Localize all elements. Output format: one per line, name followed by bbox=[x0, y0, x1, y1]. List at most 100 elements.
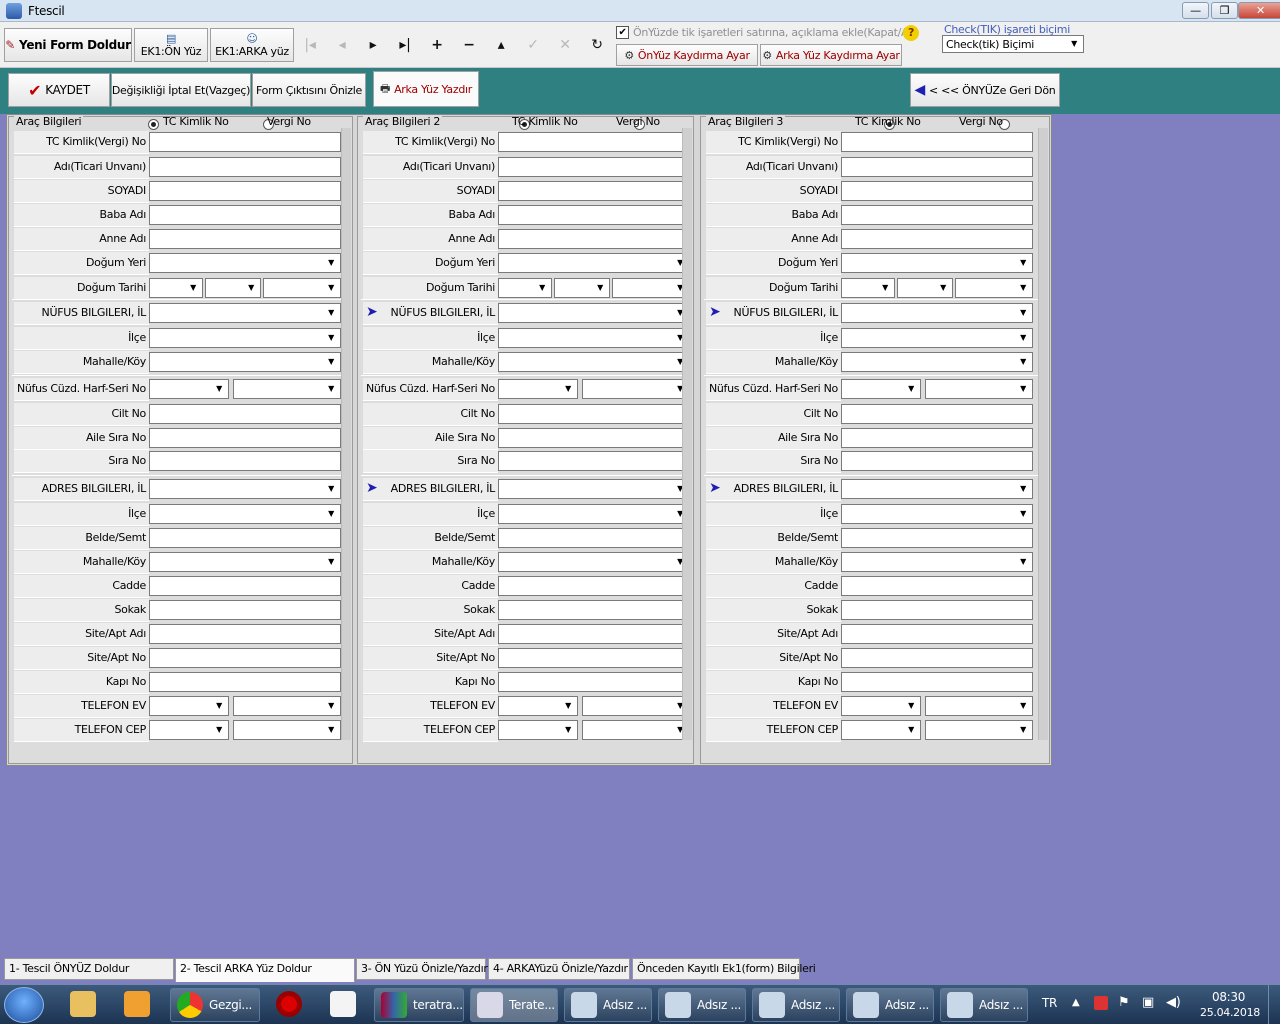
field-input-tc[interactable] bbox=[149, 132, 341, 152]
volume-icon[interactable]: ◀) bbox=[1166, 995, 1181, 1010]
field-select-dogum_tarihi[interactable]: ▼ bbox=[149, 278, 203, 298]
tab-back-preview[interactable]: 4- ARKAYüzü Önizle/Yazdır bbox=[488, 958, 630, 980]
field-select-tel_cep[interactable]: ▼ bbox=[925, 720, 1033, 740]
last-record-icon[interactable]: ▸| bbox=[393, 34, 417, 56]
field-input-cilt[interactable] bbox=[841, 404, 1033, 424]
field-input-kapi[interactable] bbox=[498, 672, 690, 692]
new-form-button[interactable]: ✎ Yeni Form Doldur bbox=[4, 28, 132, 62]
post-record-icon[interactable]: ✓ bbox=[521, 34, 545, 56]
opera-icon[interactable] bbox=[276, 991, 302, 1017]
field-select-dogum_tarihi[interactable]: ▼ bbox=[263, 278, 341, 298]
field-input-site_no[interactable] bbox=[841, 648, 1033, 668]
field-input-cadde[interactable] bbox=[841, 576, 1033, 596]
field-select-ilce[interactable]: ▼ bbox=[149, 328, 341, 348]
close-button[interactable]: ✕ bbox=[1238, 2, 1280, 19]
field-select-cuzdan[interactable]: ▼ bbox=[925, 379, 1033, 399]
tab-front-preview[interactable]: 3- ÖN Yüzü Önizle/Yazdır bbox=[356, 958, 488, 980]
field-input-sira[interactable] bbox=[149, 451, 341, 471]
tab-saved-records[interactable]: Önceden Kayıtlı Ek1(form) Bilgileri bbox=[632, 958, 816, 980]
field-input-kapi[interactable] bbox=[841, 672, 1033, 692]
panel-scrollbar[interactable] bbox=[682, 128, 692, 740]
field-select-tel_cep[interactable]: ▼ bbox=[233, 720, 341, 740]
field-input-sokak[interactable] bbox=[149, 600, 341, 620]
refresh-icon[interactable]: ↻ bbox=[585, 34, 609, 56]
field-input-aile[interactable] bbox=[149, 428, 341, 448]
field-input-aile[interactable] bbox=[841, 428, 1033, 448]
field-input-sokak[interactable] bbox=[841, 600, 1033, 620]
field-input-baba[interactable] bbox=[841, 205, 1033, 225]
field-input-site_adi[interactable] bbox=[149, 624, 341, 644]
field-input-aile[interactable] bbox=[498, 428, 690, 448]
preview-button[interactable]: Form Çıktısını Önizle bbox=[252, 73, 366, 107]
security-icon[interactable] bbox=[1094, 996, 1108, 1010]
check-format-select[interactable]: Check(tik) Biçimi ▼ bbox=[942, 35, 1084, 53]
field-input-belde[interactable] bbox=[149, 528, 341, 548]
front-shift-button[interactable]: ⚙ ÖnYüz Kaydırma Ayar bbox=[616, 44, 758, 66]
field-input-baba[interactable] bbox=[149, 205, 341, 225]
field-select-mahalle[interactable]: ▼ bbox=[149, 552, 341, 572]
field-input-cadde[interactable] bbox=[149, 576, 341, 596]
field-input-ad[interactable] bbox=[498, 157, 690, 177]
field-select-mahalle[interactable]: ▼ bbox=[841, 352, 1033, 372]
field-input-soyadi[interactable] bbox=[498, 181, 690, 201]
field-input-sokak[interactable] bbox=[498, 600, 690, 620]
field-input-anne[interactable] bbox=[498, 229, 690, 249]
field-select-mahalle[interactable]: ▼ bbox=[149, 352, 341, 372]
maximize-button[interactable]: ❐ bbox=[1211, 2, 1238, 19]
media-player-icon[interactable] bbox=[124, 991, 150, 1017]
field-input-anne[interactable] bbox=[841, 229, 1033, 249]
field-select-dogum_yeri[interactable]: ▼ bbox=[498, 253, 690, 273]
field-input-tc[interactable] bbox=[498, 132, 690, 152]
field-select-cuzdan[interactable]: ▼ bbox=[841, 379, 921, 399]
tab-front-fill[interactable]: 1- Tescil ÖNYÜZ Doldur bbox=[4, 958, 174, 980]
field-select-tel_cep[interactable]: ▼ bbox=[498, 720, 578, 740]
language-indicator[interactable]: TR bbox=[1042, 996, 1057, 1010]
print-back-button[interactable]: 🖶 Arka Yüz Yazdır bbox=[373, 71, 479, 107]
tc-radio[interactable] bbox=[148, 118, 159, 130]
field-select-tel_cep[interactable]: ▼ bbox=[582, 720, 690, 740]
field-select-dogum_tarihi[interactable]: ▼ bbox=[955, 278, 1033, 298]
flag-icon[interactable]: ⚑ bbox=[1118, 995, 1130, 1010]
field-select-tel_ev[interactable]: ▼ bbox=[841, 696, 921, 716]
field-input-site_no[interactable] bbox=[149, 648, 341, 668]
field-input-baba[interactable] bbox=[498, 205, 690, 225]
field-select-dogum_tarihi[interactable]: ▼ bbox=[554, 278, 610, 298]
ek1-back-button[interactable]: ☺ EK1:ARKA yüz bbox=[210, 28, 294, 62]
field-select-dogum_tarihi[interactable]: ▼ bbox=[205, 278, 261, 298]
field-select-dogum_tarihi[interactable]: ▼ bbox=[841, 278, 895, 298]
field-input-belde[interactable] bbox=[498, 528, 690, 548]
field-select-ilce[interactable]: ▼ bbox=[841, 328, 1033, 348]
taskbar-paint-3[interactable]: Adsız ... bbox=[752, 988, 840, 1022]
back-shift-button[interactable]: ⚙ Arka Yüz Kaydırma Ayar bbox=[760, 44, 902, 66]
field-input-soyadi[interactable] bbox=[841, 181, 1033, 201]
panel-scrollbar[interactable] bbox=[1038, 128, 1048, 740]
field-select-tel_cep[interactable]: ▼ bbox=[841, 720, 921, 740]
field-select-adres_il[interactable]: ▼ bbox=[841, 479, 1033, 499]
taskbar-paint-2[interactable]: Adsız ... bbox=[658, 988, 746, 1022]
show-desktop-button[interactable] bbox=[1268, 985, 1280, 1024]
back-to-front-button[interactable]: ◀ < << ÖNYÜZe Geri Dön bbox=[910, 73, 1060, 107]
taskbar-chrome[interactable]: Gezgi... bbox=[170, 988, 260, 1022]
minimize-button[interactable]: — bbox=[1182, 2, 1209, 19]
field-input-site_no[interactable] bbox=[498, 648, 690, 668]
taskbar-winrar[interactable]: teratra... bbox=[374, 988, 464, 1022]
field-select-tel_ev[interactable]: ▼ bbox=[149, 696, 229, 716]
field-input-tc[interactable] bbox=[841, 132, 1033, 152]
field-input-ad[interactable] bbox=[149, 157, 341, 177]
field-select-dogum_tarihi[interactable]: ▼ bbox=[897, 278, 953, 298]
field-select-tel_ev[interactable]: ▼ bbox=[233, 696, 341, 716]
field-input-site_adi[interactable] bbox=[841, 624, 1033, 644]
field-select-cuzdan[interactable]: ▼ bbox=[149, 379, 229, 399]
field-input-cilt[interactable] bbox=[498, 404, 690, 424]
tab-back-fill[interactable]: 2- Tescil ARKA Yüz Doldur bbox=[175, 958, 355, 982]
field-input-sira[interactable] bbox=[841, 451, 1033, 471]
cancel-changes-button[interactable]: Değişikliği İptal Et(Vazgeç) bbox=[111, 73, 251, 107]
field-select-nufus_il[interactable]: ▼ bbox=[498, 303, 690, 323]
save-button[interactable]: ✔ KAYDET bbox=[8, 73, 110, 107]
taskbar-paint-5[interactable]: Adsız ... bbox=[940, 988, 1028, 1022]
field-input-belde[interactable] bbox=[841, 528, 1033, 548]
network-icon[interactable]: ▣ bbox=[1142, 995, 1154, 1010]
taskbar-paint-4[interactable]: Adsız ... bbox=[846, 988, 934, 1022]
field-select-tel_ev[interactable]: ▼ bbox=[498, 696, 578, 716]
field-select-nufus_il[interactable]: ▼ bbox=[841, 303, 1033, 323]
